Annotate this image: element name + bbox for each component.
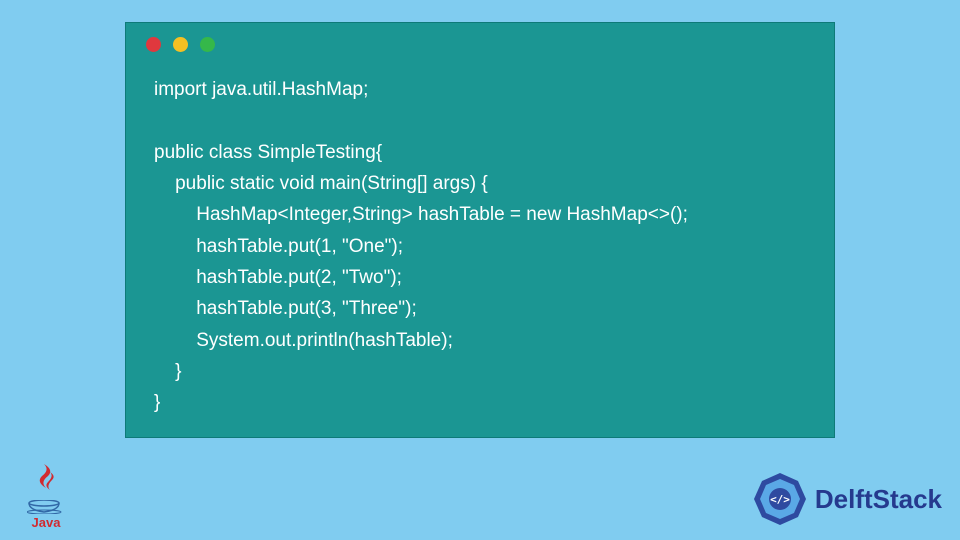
delftstack-emblem-icon: </>: [751, 470, 809, 528]
delftstack-logo-label: DelftStack: [815, 484, 942, 515]
java-logo: Java: [20, 460, 72, 530]
minimize-dot-icon: [173, 37, 188, 52]
window-controls: [126, 23, 834, 60]
java-cup-icon: [27, 500, 65, 514]
close-dot-icon: [146, 37, 161, 52]
code-content: import java.util.HashMap; public class S…: [126, 60, 834, 419]
java-steam-icon: [30, 462, 62, 500]
code-window: import java.util.HashMap; public class S…: [125, 22, 835, 438]
java-logo-label: Java: [32, 515, 61, 530]
maximize-dot-icon: [200, 37, 215, 52]
svg-text:</>: </>: [770, 493, 790, 506]
delftstack-logo: </> DelftStack: [751, 470, 942, 528]
